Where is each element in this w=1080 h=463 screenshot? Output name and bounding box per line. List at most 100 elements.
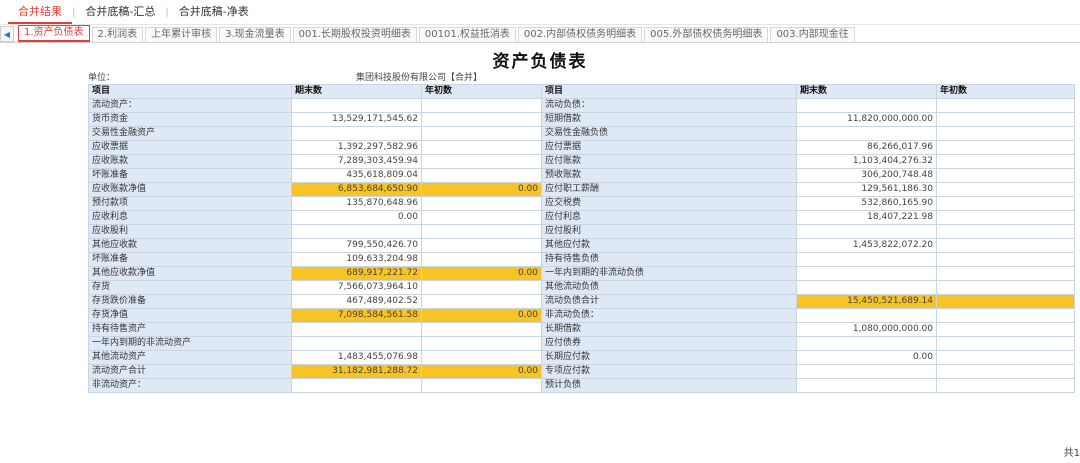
asset-begin-cell[interactable] [421, 168, 542, 183]
liability-begin-cell[interactable] [936, 98, 1075, 113]
asset-end-cell[interactable]: 13,529,171,545.62 [291, 112, 422, 127]
liability-end-cell[interactable]: 1,453,822,072.20 [796, 238, 937, 253]
asset-begin-cell[interactable] [421, 252, 542, 267]
asset-begin-cell[interactable] [421, 224, 542, 239]
table-row: 货币资金 13,529,171,545.62 短期借款 11,820,000,000.… [88, 112, 1075, 127]
asset-end-cell[interactable] [291, 98, 422, 113]
liability-end-cell[interactable]: 532,860,165.90 [796, 196, 937, 211]
asset-end-cell[interactable]: 467,489,402.52 [291, 294, 422, 309]
asset-end-cell[interactable]: 109,633,204.98 [291, 252, 422, 267]
asset-end-cell[interactable]: 7,289,303,459.94 [291, 154, 422, 169]
scroll-left-icon[interactable]: ◀ [0, 26, 14, 42]
liability-begin-cell[interactable] [936, 280, 1075, 295]
liability-end-cell[interactable] [796, 280, 937, 295]
tab-draft-net[interactable]: 合并底稿-净表 [169, 0, 259, 24]
liability-end-cell[interactable] [796, 308, 937, 323]
liability-begin-cell[interactable] [936, 224, 1075, 239]
asset-begin-cell[interactable] [421, 280, 542, 295]
asset-begin-cell[interactable] [421, 154, 542, 169]
asset-end-cell[interactable]: 7,566,073,964.10 [291, 280, 422, 295]
asset-end-cell[interactable]: 1,483,455,076.98 [291, 350, 422, 365]
asset-begin-cell[interactable] [421, 336, 542, 351]
asset-end-cell[interactable]: 0.00 [291, 210, 422, 225]
liability-item-cell: 应付账款 [541, 154, 797, 169]
sheet-tab-internal-cash[interactable]: 003.内部现金往 [770, 27, 855, 42]
asset-end-cell[interactable] [291, 224, 422, 239]
liability-item-cell: 持有待售负债 [541, 252, 797, 267]
asset-begin-cell[interactable] [421, 350, 542, 365]
liability-end-cell[interactable]: 11,820,000,000.00 [796, 112, 937, 127]
tab-draft-summary[interactable]: 合并底稿-汇总 [75, 0, 165, 24]
liability-end-cell[interactable] [796, 252, 937, 267]
asset-begin-cell[interactable] [421, 322, 542, 337]
asset-end-cell[interactable]: 435,618,809.04 [291, 168, 422, 183]
asset-begin-cell[interactable] [421, 378, 542, 393]
liability-begin-cell[interactable] [936, 154, 1075, 169]
asset-end-cell[interactable]: 799,550,426.70 [291, 238, 422, 253]
liability-end-cell[interactable]: 86,266,017.96 [796, 140, 937, 155]
liability-end-cell[interactable] [796, 98, 937, 113]
liability-end-cell[interactable] [796, 364, 937, 379]
liability-begin-cell[interactable] [936, 294, 1075, 309]
liability-end-cell[interactable]: 0.00 [796, 350, 937, 365]
asset-begin-cell[interactable]: 0.00 [421, 266, 542, 281]
liability-begin-cell[interactable] [936, 196, 1075, 211]
asset-begin-cell[interactable]: 0.00 [421, 364, 542, 379]
asset-end-cell[interactable] [291, 126, 422, 141]
asset-end-cell[interactable]: 689,917,221.72 [291, 266, 422, 281]
liability-end-cell[interactable]: 129,561,186.30 [796, 182, 937, 197]
sheet-tab-cash-flow[interactable]: 3.现金流量表 [219, 27, 291, 42]
liability-begin-cell[interactable] [936, 266, 1075, 281]
liability-end-cell[interactable] [796, 336, 937, 351]
asset-begin-cell[interactable] [421, 112, 542, 127]
sheet-tab-balance-sheet[interactable]: 1.资产负债表 [18, 25, 90, 42]
liability-end-cell[interactable]: 1,080,000,000.00 [796, 322, 937, 337]
liability-begin-cell[interactable] [936, 112, 1075, 127]
asset-end-cell[interactable]: 7,098,584,561.58 [291, 308, 422, 323]
liability-begin-cell[interactable] [936, 210, 1075, 225]
liability-begin-cell[interactable] [936, 238, 1075, 253]
asset-begin-cell[interactable] [421, 140, 542, 155]
liability-begin-cell[interactable] [936, 252, 1075, 267]
asset-begin-cell[interactable]: 0.00 [421, 182, 542, 197]
liability-end-cell[interactable]: 306,200,748.48 [796, 168, 937, 183]
liability-begin-cell[interactable] [936, 322, 1075, 337]
liability-begin-cell[interactable] [936, 350, 1075, 365]
sheet-tab-external-debt[interactable]: 005.外部债权债务明细表 [644, 27, 769, 42]
liability-end-cell[interactable]: 18,407,221.98 [796, 210, 937, 225]
liability-begin-cell[interactable] [936, 126, 1075, 141]
asset-begin-cell[interactable] [421, 196, 542, 211]
asset-begin-cell[interactable]: 0.00 [421, 308, 542, 323]
asset-end-cell[interactable] [291, 322, 422, 337]
asset-end-cell[interactable]: 6,853,684,650.90 [291, 182, 422, 197]
tab-consolidated-result[interactable]: 合并结果 [8, 0, 72, 24]
sheet-tab-internal-debt[interactable]: 002.内部债权债务明细表 [517, 27, 643, 42]
asset-begin-cell[interactable] [421, 210, 542, 225]
sheet-tab-equity-investment[interactable]: 001.长期股权投资明细表 [292, 27, 417, 42]
liability-begin-cell[interactable] [936, 168, 1075, 183]
asset-end-cell[interactable]: 135,870,648.96 [291, 196, 422, 211]
asset-begin-cell[interactable] [421, 98, 542, 113]
liability-begin-cell[interactable] [936, 364, 1075, 379]
sheet-tab-equity-offset[interactable]: 00101.权益抵消表 [418, 27, 516, 42]
asset-end-cell[interactable]: 31,182,981,288.72 [291, 364, 422, 379]
liability-begin-cell[interactable] [936, 336, 1075, 351]
liability-begin-cell[interactable] [936, 378, 1075, 393]
asset-end-cell[interactable]: 1,392,297,582.96 [291, 140, 422, 155]
liability-begin-cell[interactable] [936, 182, 1075, 197]
liability-end-cell[interactable] [796, 126, 937, 141]
sheet-tab-prior-year-review[interactable]: 上年累计审核 [145, 27, 218, 42]
asset-end-cell[interactable] [291, 378, 422, 393]
liability-end-cell[interactable] [796, 266, 937, 281]
liability-end-cell[interactable]: 15,450,521,689.14 [796, 294, 937, 309]
asset-begin-cell[interactable] [421, 294, 542, 309]
asset-end-cell[interactable] [291, 336, 422, 351]
liability-begin-cell[interactable] [936, 308, 1075, 323]
liability-begin-cell[interactable] [936, 140, 1075, 155]
sheet-tab-income[interactable]: 2.利润表 [91, 27, 144, 42]
liability-end-cell[interactable]: 1,103,404,276.32 [796, 154, 937, 169]
asset-begin-cell[interactable] [421, 238, 542, 253]
asset-begin-cell[interactable] [421, 126, 542, 141]
liability-end-cell[interactable] [796, 224, 937, 239]
liability-end-cell[interactable] [796, 378, 937, 393]
